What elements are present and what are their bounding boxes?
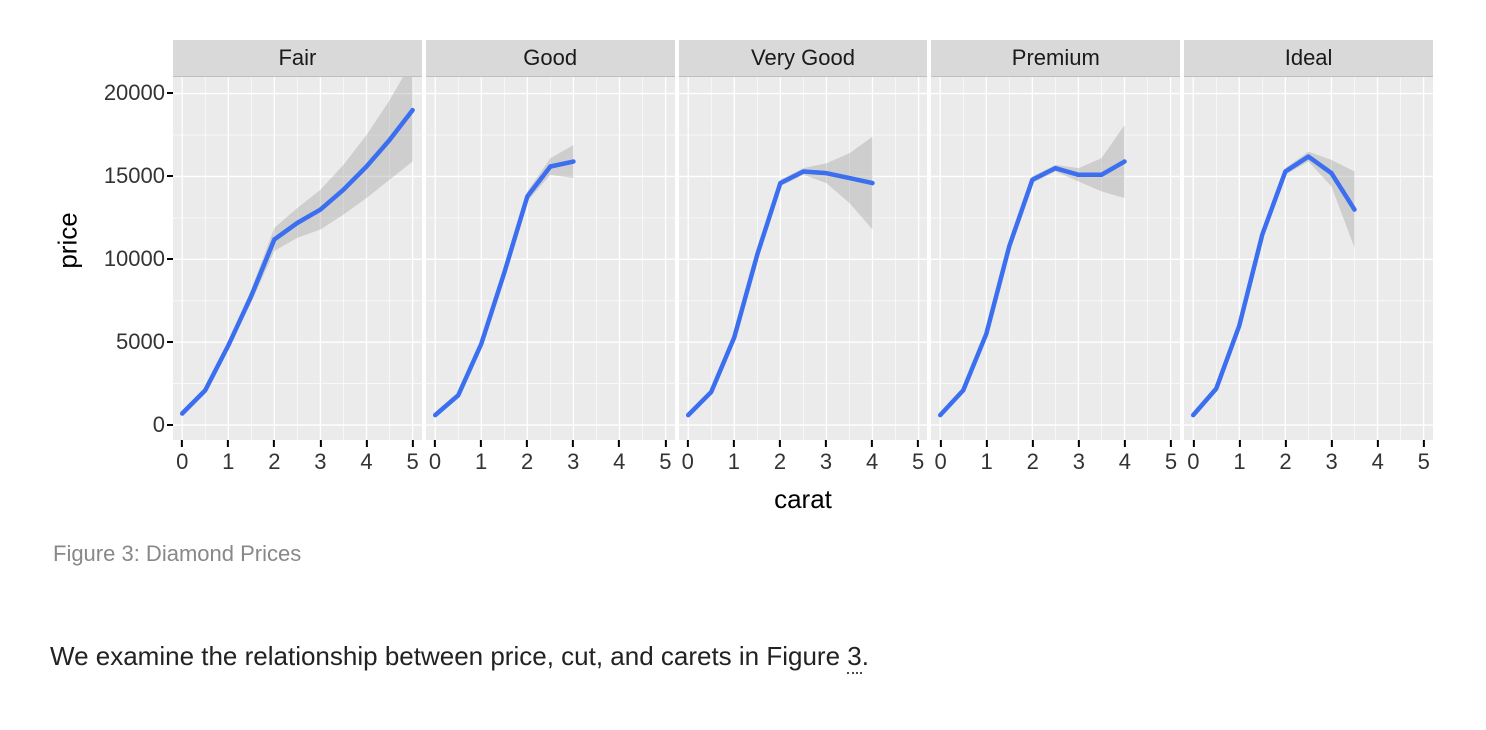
x-axis-title-row: carat <box>53 482 1433 515</box>
x-axis-label: carat <box>774 484 832 514</box>
y-tick-label: 20000 <box>104 82 165 104</box>
facet-premium: Premium <box>931 40 1180 440</box>
figure-reference-link[interactable]: 3 <box>847 641 861 674</box>
facet-strip: Good <box>426 40 675 77</box>
x-axis-facets: 0 1 2 3 4 5 0 1 2 3 4 5 0 1 2 3 4 5 0 1 2 3 4 5 0 1 2 3 4 5 <box>173 440 1433 482</box>
facet-panel <box>426 77 675 440</box>
facet-label: Very Good <box>751 45 855 71</box>
x-tick-label: 3 <box>1325 451 1337 473</box>
x-tick-label: 1 <box>981 451 993 473</box>
facet-ideal: Ideal <box>1184 40 1433 440</box>
body-text-suffix: . <box>862 641 869 671</box>
x-tick-label: 4 <box>1119 451 1131 473</box>
figure: price 05000100001500020000 Fair Good Ver… <box>53 40 1433 567</box>
facet-label: Premium <box>1012 45 1100 71</box>
facet-strip: Premium <box>931 40 1180 77</box>
x-axis-cell: 0 1 2 3 4 5 <box>679 440 928 482</box>
facet-panel <box>679 77 928 440</box>
x-tick-label: 5 <box>912 451 924 473</box>
facet-label: Fair <box>278 45 316 71</box>
facet-label: Ideal <box>1285 45 1333 71</box>
x-tick-label: 0 <box>1187 451 1199 473</box>
y-tick-label: 15000 <box>104 165 165 187</box>
x-tick-label: 5 <box>1165 451 1177 473</box>
facet-fair: Fair <box>173 40 422 440</box>
y-axis: price 0 5000 10000 15000 20000 <box>53 40 173 440</box>
x-tick-label: 3 <box>567 451 579 473</box>
facet-strip: Very Good <box>679 40 928 77</box>
x-tick-label: 4 <box>866 451 878 473</box>
facet-good: Good <box>426 40 675 440</box>
plot-row: price 0 5000 10000 15000 20000 Fair Good Ver… <box>53 40 1433 440</box>
facet-panel <box>931 77 1180 440</box>
x-tick-label: 2 <box>1027 451 1039 473</box>
x-tick-label: 4 <box>613 451 625 473</box>
x-tick-label: 0 <box>682 451 694 473</box>
x-axis-title: carat <box>173 484 1433 515</box>
x-tick-label: 3 <box>314 451 326 473</box>
x-tick-label: 0 <box>429 451 441 473</box>
x-tick-label: 2 <box>774 451 786 473</box>
x-tick-label: 5 <box>1418 451 1430 473</box>
x-tick-label: 2 <box>268 451 280 473</box>
x-axis-cell: 0 1 2 3 4 5 <box>173 440 422 482</box>
facet-row: Fair Good Very Good Premium Ideal <box>173 40 1433 440</box>
x-tick-label: 0 <box>176 451 188 473</box>
x-tick-label: 1 <box>475 451 487 473</box>
facet-panel <box>173 77 422 440</box>
x-axis-cell: 0 1 2 3 4 5 <box>931 440 1180 482</box>
x-tick-label: 3 <box>1073 451 1085 473</box>
facet-panel <box>1184 77 1433 440</box>
x-tick-label: 2 <box>1279 451 1291 473</box>
x-tick-label: 1 <box>222 451 234 473</box>
figure-caption: Figure 3: Diamond Prices <box>53 541 1433 567</box>
x-tick-label: 2 <box>521 451 533 473</box>
x-tick-label: 3 <box>820 451 832 473</box>
y-tick-label: 10000 <box>104 248 165 270</box>
y-axis-title: price <box>53 40 83 440</box>
x-tick-label: 0 <box>934 451 946 473</box>
x-tick-label: 4 <box>360 451 372 473</box>
x-tick-label: 1 <box>1233 451 1245 473</box>
y-axis-label: price <box>53 212 84 268</box>
x-axis-row: 0 1 2 3 4 5 0 1 2 3 4 5 0 1 2 3 4 5 0 1 2 3 4 5 0 1 2 3 4 5 <box>53 440 1433 482</box>
facet-strip: Fair <box>173 40 422 77</box>
y-tick-label: 0 <box>153 414 165 436</box>
body-text-prefix: We examine the relationship between pric… <box>50 641 847 671</box>
body-paragraph: We examine the relationship between pric… <box>50 637 1436 676</box>
facet-label: Good <box>523 45 577 71</box>
x-axis-cell: 0 1 2 3 4 5 <box>1184 440 1433 482</box>
x-tick-label: 4 <box>1372 451 1384 473</box>
facet-strip: Ideal <box>1184 40 1433 77</box>
x-axis-cell: 0 1 2 3 4 5 <box>426 440 675 482</box>
facet-very-good: Very Good <box>679 40 928 440</box>
x-tick-label: 5 <box>406 451 418 473</box>
x-tick-label: 1 <box>728 451 740 473</box>
y-tick-label: 5000 <box>116 331 165 353</box>
x-tick-label: 5 <box>659 451 671 473</box>
page: price 05000100001500020000 Fair Good Ver… <box>0 0 1486 730</box>
y-tick-column: 0 5000 10000 15000 20000 <box>83 40 173 440</box>
